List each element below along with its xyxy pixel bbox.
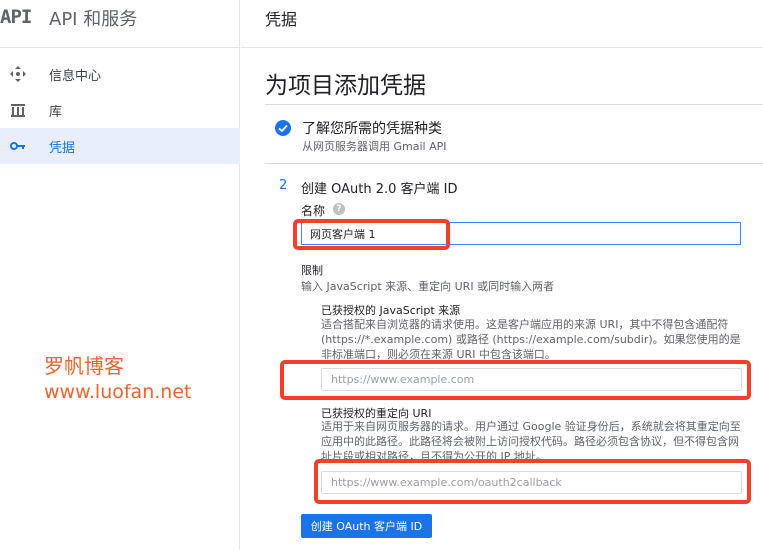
sidebar: API API 和服务 信息中心 库 凭据 [0,0,240,550]
help-icon[interactable]: ? [333,203,345,215]
redirect-uris-description: 适用于来自网页服务器的请求。用户通过 Google 验证身份后，系统就会将其重定… [321,420,741,463]
key-icon [10,142,25,150]
sidebar-title: API 和服务 [49,9,138,30]
restrictions-description: 输入 JavaScript 来源、重定向 URI 或同时输入两者 [301,280,555,293]
dashboard-icon [10,66,26,82]
watermark-url: www.luofan.net [44,381,192,403]
restrictions-label: 限制 [301,264,323,277]
header-divider [241,47,763,48]
sidebar-item-label: 库 [49,105,63,120]
page-title: 为项目添加凭据 [265,73,426,99]
name-label: 名称 [301,204,326,218]
title-divider [265,104,763,105]
step-divider [265,163,763,164]
create-oauth-client-button[interactable]: 创建 OAuth 客户端 ID [301,514,432,538]
sidebar-item-credentials[interactable]: 凭据 [0,128,240,164]
sidebar-item-label: 信息中心 [49,69,102,84]
header-title: 凭据 [265,10,298,29]
sidebar-item-label: 凭据 [49,141,76,156]
redirect-uri-input[interactable] [321,471,742,494]
sidebar-header: API API 和服务 [0,0,240,48]
js-origin-input[interactable] [321,368,742,391]
step1-subtitle: 从网页服务器调用 Gmail API [302,140,447,153]
js-origins-title: 已获授权的 JavaScript 来源 [321,304,461,317]
watermark-title: 罗帆博客 [44,354,124,378]
sidebar-item-library[interactable]: 库 [0,92,240,128]
sidebar-item-dashboard[interactable]: 信息中心 [0,56,240,92]
library-icon [11,104,25,117]
js-origins-description: 适合搭配来自浏览器的请求使用。这是客户端应用的来源 URI，其中不得包含通配符 … [321,318,741,361]
api-logo: API [0,6,32,28]
step2-number: 2 [279,178,288,193]
main-content: 凭据 为项目添加凭据 了解您所需的凭据种类 从网页服务器调用 Gmail API… [241,0,763,550]
step1-title[interactable]: 了解您所需的凭据种类 [302,118,442,138]
step2-title: 创建 OAuth 2.0 客户端 ID [301,182,458,197]
name-input[interactable] [301,222,741,245]
check-circle-icon [275,120,291,136]
